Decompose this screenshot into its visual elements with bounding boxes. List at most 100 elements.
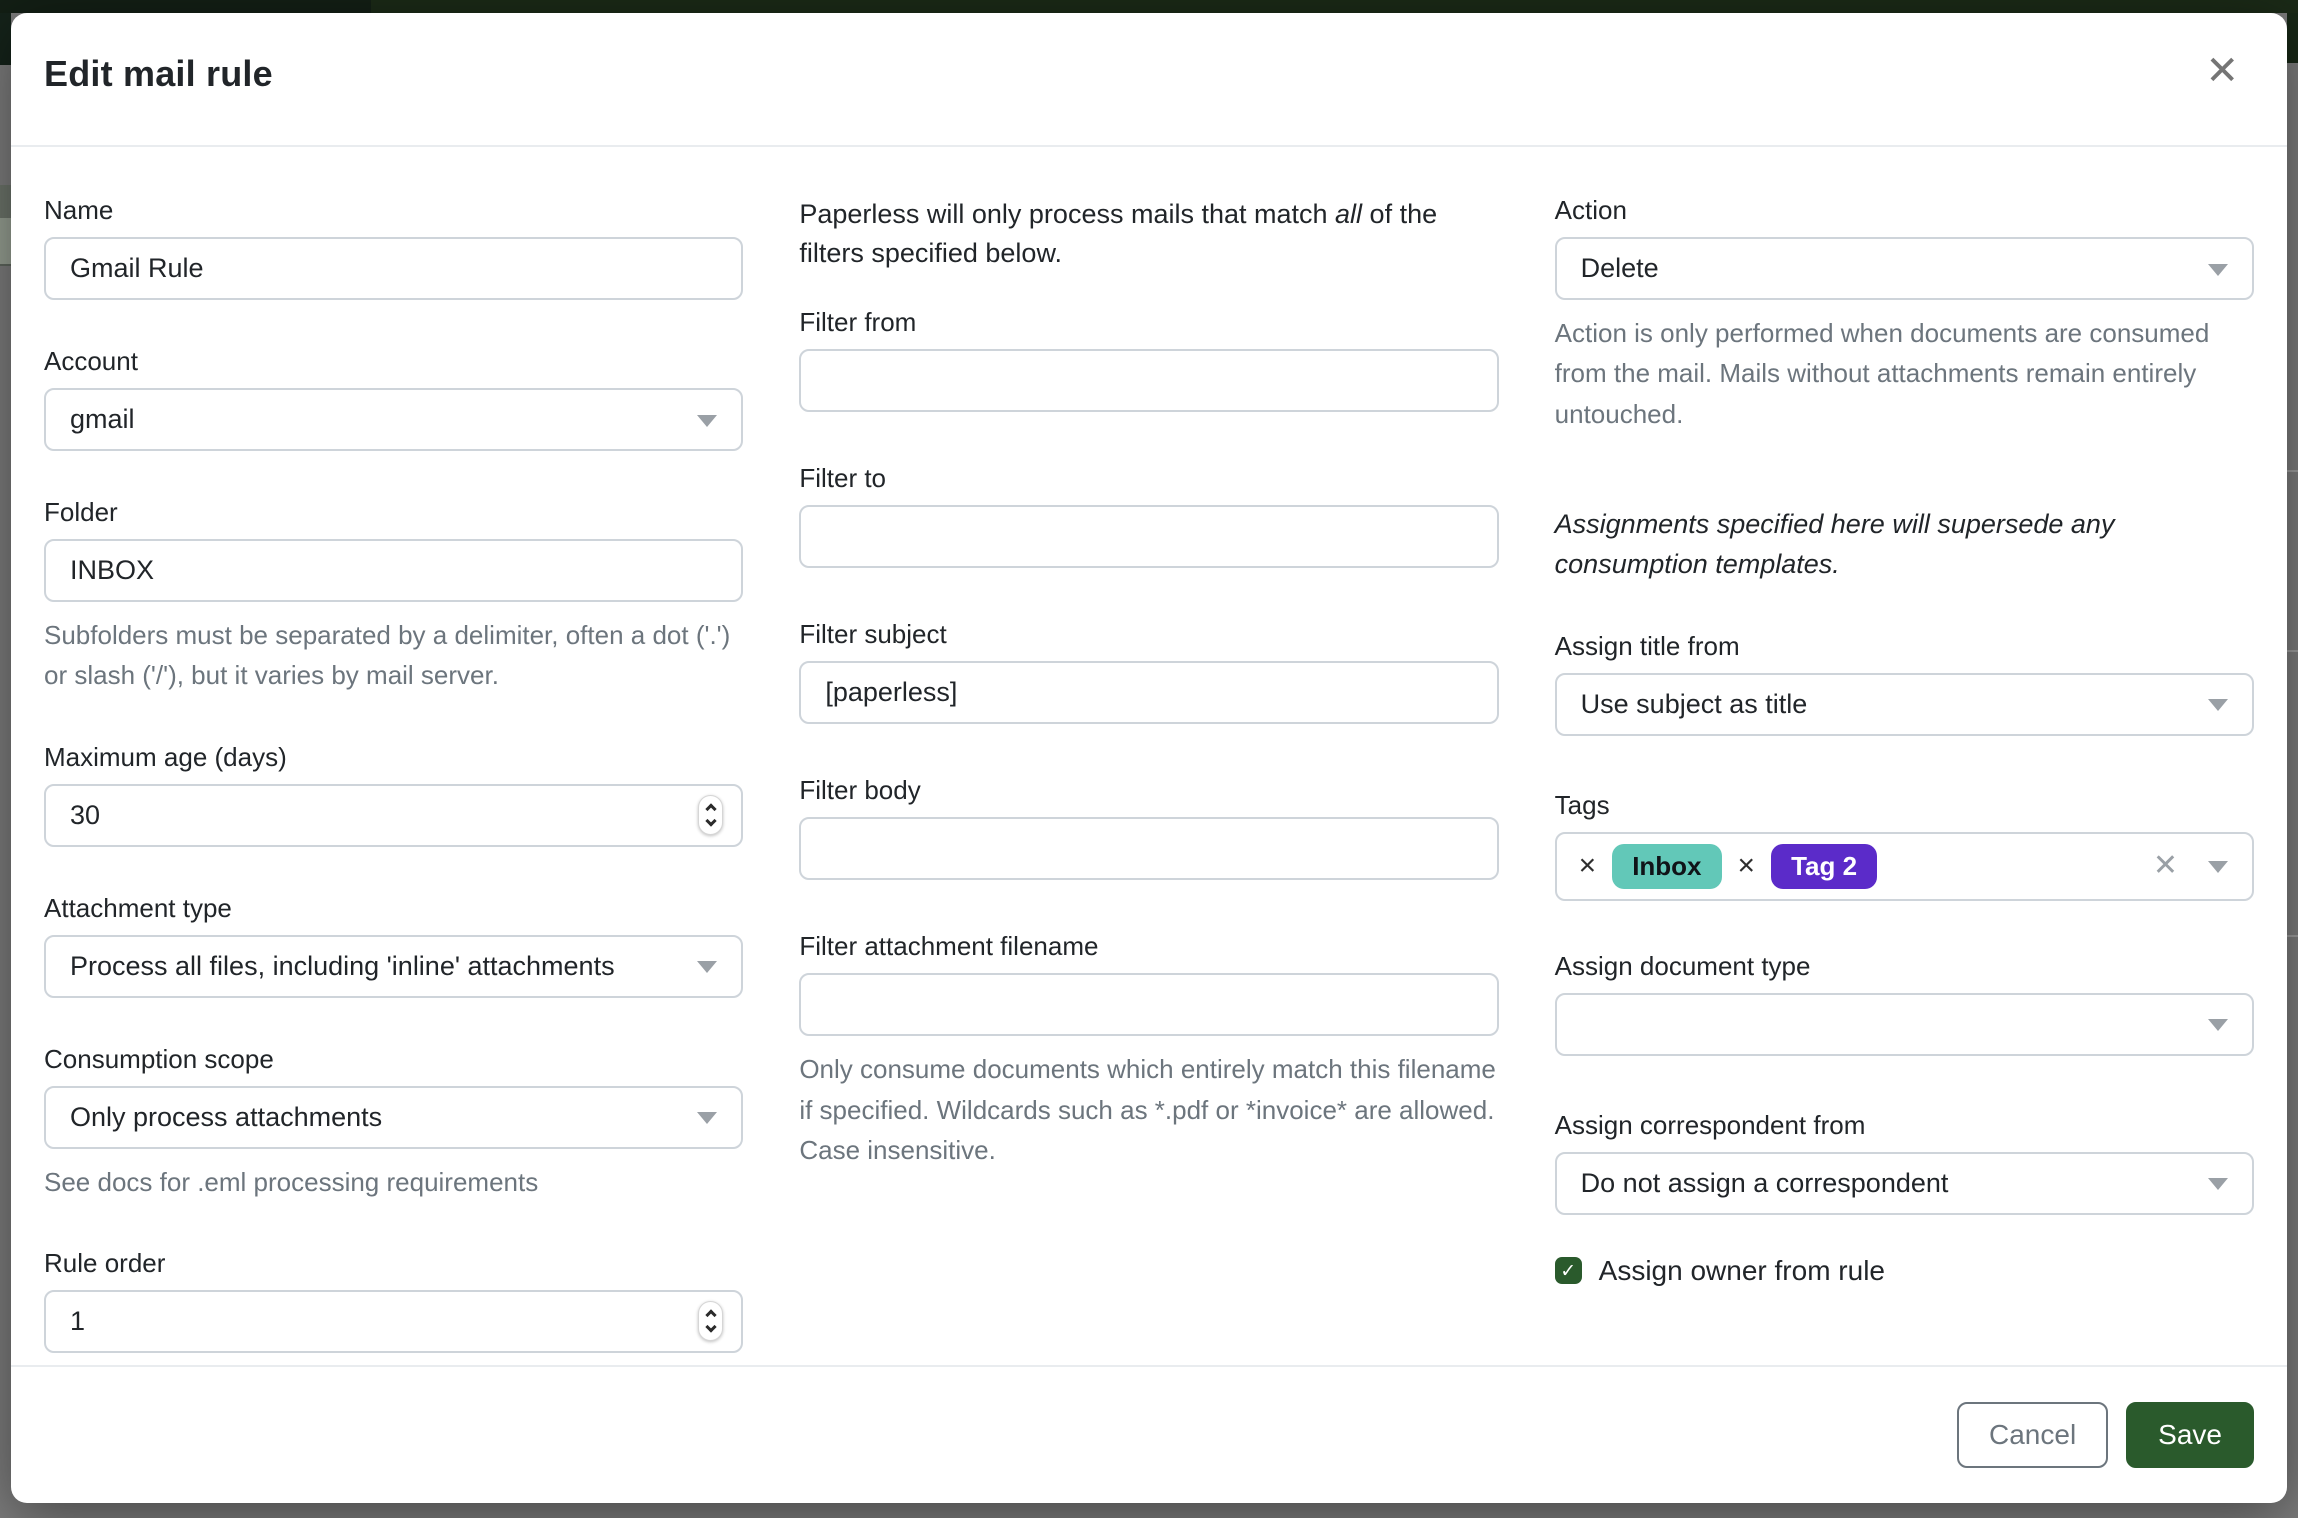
filter-from-label: Filter from xyxy=(799,307,1498,338)
max-age-label: Maximum age (days) xyxy=(44,742,743,773)
column-action: Action Delete Action is only performed w… xyxy=(1555,195,2254,1365)
assign-title-field-group: Assign title from Use subject as title xyxy=(1555,631,2254,736)
consumption-scope-help-text: See docs for .eml processing requirement… xyxy=(44,1162,743,1202)
filter-from-field-group: Filter from xyxy=(799,307,1498,412)
chevron-down-icon xyxy=(2208,861,2228,873)
action-help-text: Action is only performed when documents … xyxy=(1555,313,2254,434)
attachment-type-select-value: Process all files, including 'inline' at… xyxy=(70,951,615,982)
assign-owner-label: Assign owner from rule xyxy=(1599,1255,1885,1287)
max-age-field-group: Maximum age (days) 30 xyxy=(44,742,743,847)
chevron-down-icon xyxy=(705,1322,716,1333)
rule-order-stepper[interactable]: 1 xyxy=(44,1290,743,1353)
action-label: Action xyxy=(1555,195,2254,226)
save-button[interactable]: Save xyxy=(2126,1402,2254,1468)
assign-title-label: Assign title from xyxy=(1555,631,2254,662)
folder-input[interactable] xyxy=(44,539,743,602)
action-select-value: Delete xyxy=(1581,253,1659,284)
background-navbar-edge-left xyxy=(0,13,11,65)
max-age-stepper[interactable]: 30 xyxy=(44,784,743,847)
action-select[interactable]: Delete xyxy=(1555,237,2254,300)
remove-tag-icon[interactable]: × xyxy=(1732,851,1762,881)
number-spinner-icon[interactable] xyxy=(698,1301,723,1341)
assign-title-select[interactable]: Use subject as title xyxy=(1555,673,2254,736)
filter-subject-field-group: Filter subject xyxy=(799,619,1498,724)
filters-intro-italic: all xyxy=(1335,199,1362,229)
filters-intro-text: Paperless will only process mails that m… xyxy=(799,195,1498,273)
rule-order-field-group: Rule order 1 xyxy=(44,1248,743,1353)
filter-to-label: Filter to xyxy=(799,463,1498,494)
attachment-type-select[interactable]: Process all files, including 'inline' at… xyxy=(44,935,743,998)
name-input[interactable] xyxy=(44,237,743,300)
dialog-body: Name Account gmail Folder Subfolders mus… xyxy=(11,147,2287,1365)
assign-owner-row: ✓ Assign owner from rule xyxy=(1555,1255,2254,1287)
filter-filename-input[interactable] xyxy=(799,973,1498,1036)
attachment-type-label: Attachment type xyxy=(44,893,743,924)
folder-field-group: Folder Subfolders must be separated by a… xyxy=(44,497,743,696)
name-field-group: Name xyxy=(44,195,743,300)
chevron-down-icon xyxy=(2208,699,2228,711)
chevron-down-icon xyxy=(697,1112,717,1124)
tag-chip-inbox: Inbox xyxy=(1612,844,1721,889)
background-table-line xyxy=(2287,650,2298,652)
edit-mail-rule-dialog: Edit mail rule ✕ Name Account gmail Fold… xyxy=(11,13,2287,1503)
background-table-line xyxy=(2287,935,2298,937)
max-age-value: 30 xyxy=(70,800,100,831)
account-select-value: gmail xyxy=(70,404,135,435)
account-field-group: Account gmail xyxy=(44,346,743,451)
assign-document-type-select[interactable] xyxy=(1555,993,2254,1056)
close-icon[interactable]: ✕ xyxy=(2201,47,2243,95)
folder-label: Folder xyxy=(44,497,743,528)
rule-order-label: Rule order xyxy=(44,1248,743,1279)
column-filters: Paperless will only process mails that m… xyxy=(799,195,1498,1365)
attachment-type-field-group: Attachment type Process all files, inclu… xyxy=(44,893,743,998)
consumption-scope-label: Consumption scope xyxy=(44,1044,743,1075)
rule-order-value: 1 xyxy=(70,1306,85,1337)
filter-filename-label: Filter attachment filename xyxy=(799,931,1498,962)
background-table-row xyxy=(0,218,11,266)
filter-subject-input[interactable] xyxy=(799,661,1498,724)
dialog-footer: Cancel Save xyxy=(11,1365,2287,1503)
chevron-down-icon xyxy=(2208,1178,2228,1190)
background-table-line xyxy=(2287,470,2298,472)
chevron-up-icon xyxy=(705,1310,716,1321)
folder-help-text: Subfolders must be separated by a delimi… xyxy=(44,615,743,696)
action-field-group: Action Delete Action is only performed w… xyxy=(1555,195,2254,434)
filter-body-label: Filter body xyxy=(799,775,1498,806)
tag-chip-tag2: Tag 2 xyxy=(1771,844,1877,889)
assign-correspondent-select[interactable]: Do not assign a correspondent xyxy=(1555,1152,2254,1215)
consumption-scope-select[interactable]: Only process attachments xyxy=(44,1086,743,1149)
tags-multiselect[interactable]: × Inbox × Tag 2 ✕ xyxy=(1555,832,2254,901)
background-navbar-left xyxy=(0,0,371,13)
chevron-down-icon xyxy=(697,415,717,427)
chevron-down-icon xyxy=(697,961,717,973)
filter-subject-label: Filter subject xyxy=(799,619,1498,650)
filter-body-field-group: Filter body xyxy=(799,775,1498,880)
consumption-scope-field-group: Consumption scope Only process attachmen… xyxy=(44,1044,743,1202)
assign-title-select-value: Use subject as title xyxy=(1581,689,1808,720)
assign-document-type-field-group: Assign document type xyxy=(1555,951,2254,1056)
chevron-down-icon xyxy=(2208,1019,2228,1031)
tags-label: Tags xyxy=(1555,790,2254,821)
chevron-up-icon xyxy=(705,803,716,814)
background-table-row xyxy=(0,185,11,218)
remove-tag-icon[interactable]: × xyxy=(1573,851,1603,881)
account-select[interactable]: gmail xyxy=(44,388,743,451)
assign-owner-checkbox[interactable]: ✓ xyxy=(1555,1257,1582,1284)
dialog-title: Edit mail rule xyxy=(44,53,273,95)
filter-to-field-group: Filter to xyxy=(799,463,1498,568)
clear-tags-icon[interactable]: ✕ xyxy=(2153,851,2178,881)
assign-correspondent-label: Assign correspondent from xyxy=(1555,1110,2254,1141)
filters-intro-pre: Paperless will only process mails that m… xyxy=(799,199,1335,229)
column-general: Name Account gmail Folder Subfolders mus… xyxy=(44,195,743,1365)
filter-from-input[interactable] xyxy=(799,349,1498,412)
chevron-down-icon xyxy=(2208,264,2228,276)
number-spinner-icon[interactable] xyxy=(698,795,723,835)
filter-filename-help-text: Only consume documents which entirely ma… xyxy=(799,1049,1498,1170)
filter-body-input[interactable] xyxy=(799,817,1498,880)
cancel-button[interactable]: Cancel xyxy=(1957,1402,2108,1468)
assign-document-type-label: Assign document type xyxy=(1555,951,2254,982)
filter-filename-field-group: Filter attachment filename Only consume … xyxy=(799,931,1498,1170)
dialog-header: Edit mail rule ✕ xyxy=(11,13,2287,147)
background-navbar-edge-right xyxy=(2287,13,2298,63)
filter-to-input[interactable] xyxy=(799,505,1498,568)
